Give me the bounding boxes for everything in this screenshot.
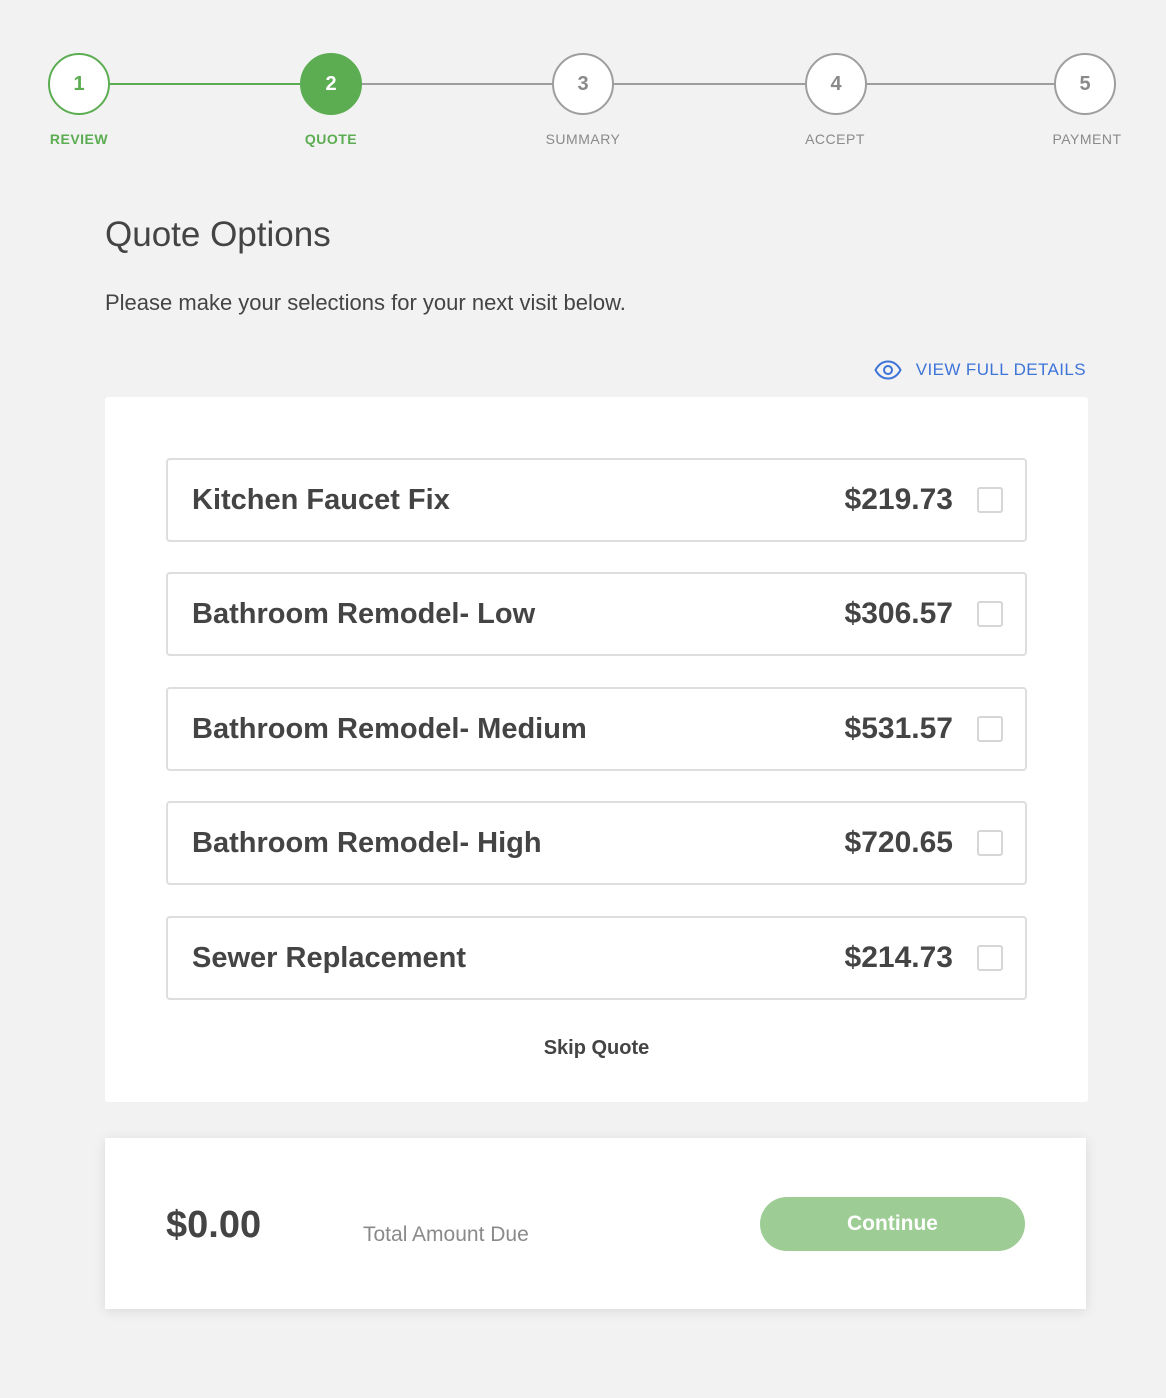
option-name: Sewer Replacement	[192, 941, 467, 974]
skip-quote-link[interactable]: Skip Quote	[105, 1037, 1088, 1060]
view-full-details-label: VIEW FULL DETAILS	[915, 360, 1086, 379]
option-price: $531.57	[844, 712, 953, 745]
step-4-label: ACCEPT	[805, 131, 865, 147]
step-connector-2	[362, 83, 552, 85]
step-connector-3	[614, 83, 805, 85]
step-1-circle[interactable]: 1	[48, 53, 110, 115]
quote-option[interactable]: Sewer Replacement $214.73	[166, 916, 1027, 1000]
quote-option[interactable]: Kitchen Faucet Fix $219.73	[166, 458, 1027, 542]
step-5-label: PAYMENT	[1052, 131, 1122, 147]
step-3-label: SUMMARY	[545, 131, 621, 147]
view-full-details-link[interactable]: VIEW FULL DETAILS	[874, 360, 1086, 380]
quote-page: 1 2 3 4 5 REVIEW QUOTE SUMMARY ACCEPT PA…	[0, 0, 1166, 1398]
option-price: $214.73	[844, 941, 953, 974]
eye-icon	[874, 360, 902, 380]
step-4-circle: 4	[805, 53, 867, 115]
option-price: $306.57	[844, 597, 953, 630]
total-amount: $0.00	[166, 1204, 262, 1246]
option-name: Bathroom Remodel- Low	[192, 597, 536, 630]
option-checkbox[interactable]	[977, 716, 1003, 742]
step-5-circle: 5	[1054, 53, 1116, 115]
option-checkbox[interactable]	[977, 945, 1003, 971]
option-name: Bathroom Remodel- High	[192, 826, 542, 859]
option-price: $219.73	[844, 483, 953, 516]
step-3-circle: 3	[552, 53, 614, 115]
step-2-label: QUOTE	[304, 131, 358, 147]
step-2-circle[interactable]: 2	[300, 53, 362, 115]
option-checkbox[interactable]	[977, 601, 1003, 627]
step-connector-1	[110, 83, 300, 85]
option-name: Kitchen Faucet Fix	[192, 483, 450, 516]
option-checkbox[interactable]	[977, 487, 1003, 513]
step-1-label: REVIEW	[49, 131, 109, 147]
continue-button[interactable]: Continue	[760, 1197, 1025, 1251]
total-bar: $0.00 Total Amount Due Continue	[105, 1138, 1086, 1309]
page-title: Quote Options	[105, 215, 331, 254]
quote-option[interactable]: Bathroom Remodel- Low $306.57	[166, 572, 1027, 656]
option-checkbox[interactable]	[977, 830, 1003, 856]
quote-option[interactable]: Bathroom Remodel- Medium $531.57	[166, 687, 1027, 771]
step-connector-4	[867, 83, 1054, 85]
quote-option[interactable]: Bathroom Remodel- High $720.65	[166, 801, 1027, 885]
total-amount-label: Total Amount Due	[363, 1223, 529, 1246]
progress-stepper: 1 2 3 4 5 REVIEW QUOTE SUMMARY ACCEPT PA…	[0, 0, 1166, 170]
option-name: Bathroom Remodel- Medium	[192, 712, 587, 745]
page-subtitle: Please make your selections for your nex…	[105, 290, 626, 315]
option-price: $720.65	[844, 826, 953, 859]
quote-options-card: Kitchen Faucet Fix $219.73 Bathroom Remo…	[105, 397, 1088, 1102]
